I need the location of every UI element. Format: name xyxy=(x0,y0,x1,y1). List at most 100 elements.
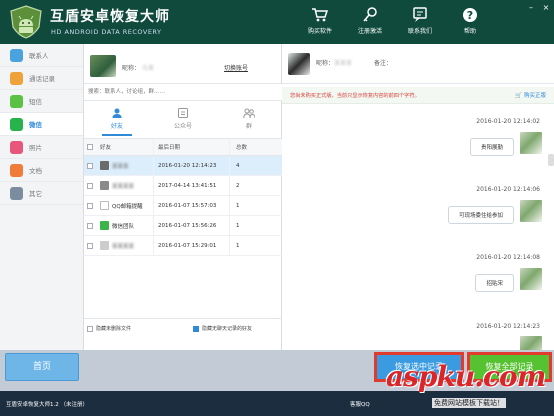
message-time: 2016-01-20 12:14:23 xyxy=(476,323,540,330)
chat-panel: 昵称： 某某某 备注： 您尚未购买正式版，当前只显示恢复内容的前四个字符。 🛒 … xyxy=(282,44,554,358)
nav-item-documents[interactable]: 文档 xyxy=(0,159,83,182)
friend-name: 某某某 xyxy=(112,163,129,170)
message-time: 2016-01-20 12:14:06 xyxy=(476,186,540,193)
nav-item-call-log[interactable]: 通话记录 xyxy=(0,67,83,90)
table-row[interactable]: 某某某某 2017-04-14 13:41:51 2 xyxy=(84,176,282,196)
search-input[interactable] xyxy=(84,84,282,100)
total-count: 1 xyxy=(229,196,282,215)
help-label: 帮助 xyxy=(463,28,476,35)
message-bubble: 招贴宋 xyxy=(475,274,514,292)
tab-groups[interactable]: 群 xyxy=(216,102,282,136)
tab-label: 公众号 xyxy=(173,123,192,130)
last-date: 2017-04-14 13:41:51 xyxy=(153,176,229,195)
last-date: 2016-01-07 15:57:03 xyxy=(153,196,229,215)
row-checkbox[interactable] xyxy=(87,182,93,189)
chat-message[interactable]: 可现场委住给参加 xyxy=(447,200,542,224)
help-button[interactable]: ? 帮助 xyxy=(450,4,490,42)
buy-software-label: 购买软件 xyxy=(307,28,332,35)
minimize-button[interactable]: – xyxy=(526,3,536,13)
last-date: 2016-01-07 15:29:01 xyxy=(153,236,229,255)
register-activate-label: 注册激活 xyxy=(357,28,382,35)
photo-icon xyxy=(10,140,23,154)
cart-icon: 🛒 xyxy=(515,93,523,99)
buy-software-button[interactable]: 购买软件 xyxy=(300,4,340,42)
switch-account-link[interactable]: 切换账号 xyxy=(224,63,248,72)
chat-nickname-value: 某某某 xyxy=(334,60,353,67)
mail-icon xyxy=(100,201,109,210)
hide-no-chat-option[interactable]: 隐藏无聊天记录的好友 xyxy=(193,325,252,332)
row-checkbox[interactable] xyxy=(87,202,93,209)
category-sidebar: 联系人 通话记录 短信 微信 照片 文档 其它 xyxy=(0,44,84,350)
message-bubble: 可现场委住给参加 xyxy=(447,206,514,224)
tab-official-accounts[interactable]: 公众号 xyxy=(150,102,216,136)
person-icon xyxy=(112,108,122,118)
contact-us-button[interactable]: 联系我们 xyxy=(400,4,440,42)
table-row[interactable]: 某某某某 2016-01-07 15:29:01 1 xyxy=(84,236,282,256)
friend-name: 某某某某 xyxy=(112,243,135,250)
hide-no-chat-label: 隐藏无聊天记录的好友 xyxy=(202,326,253,332)
scrollbar[interactable] xyxy=(548,154,554,166)
app-header: 互盾安卓恢复大师 HD ANDROID DATA RECOVERY 购买软件 注… xyxy=(0,0,554,44)
close-button[interactable]: × xyxy=(541,3,551,13)
chat-icon xyxy=(413,7,427,22)
chat-message[interactable]: 招贴宋 xyxy=(475,268,542,292)
col-last-date[interactable]: 最后日期 xyxy=(153,139,229,155)
status-bar: 互盾安卓恢复大师1.2 （未注册） 客服QQ xyxy=(0,391,554,416)
version-text: 互盾安卓恢复大师1.2 （未注册） xyxy=(6,402,88,408)
hide-undeleted-label: 隐藏未删除文件 xyxy=(96,326,132,332)
nav-label: 文档 xyxy=(29,167,42,175)
nickname-value: 与某 xyxy=(142,65,155,72)
friend-list-panel: 昵称： 与某 切换账号 好友 公众号 群 好友 最后日期 总数 某某某 20 xyxy=(84,44,282,350)
col-total[interactable]: 总数 xyxy=(229,139,282,155)
avatar xyxy=(100,161,109,170)
restore-selected-button[interactable]: 恢复选中记录 xyxy=(374,352,464,382)
chat-nickname-label: 昵称： xyxy=(316,60,335,67)
document-icon xyxy=(10,163,23,177)
message-bubble: 贵阳展勤 xyxy=(469,138,514,156)
table-row[interactable]: 某某某 2016-01-20 12:14:23 4 xyxy=(84,156,282,176)
wechat-icon xyxy=(10,117,23,131)
account-header: 昵称： 与某 切换账号 xyxy=(84,44,281,84)
friend-name: QQ邮箱提醒 xyxy=(112,203,143,210)
tab-friends[interactable]: 好友 xyxy=(84,102,150,136)
nav-label: 联系人 xyxy=(29,52,49,60)
buy-full-version-link[interactable]: 🛒 购买正版 xyxy=(515,91,546,99)
chat-message[interactable]: 贵阳展勤 xyxy=(469,132,542,156)
contacts-icon xyxy=(10,48,23,62)
phone-icon xyxy=(10,71,23,85)
last-date: 2016-01-07 15:56:26 xyxy=(153,216,229,235)
nav-item-wechat[interactable]: 微信 xyxy=(0,113,83,136)
sms-icon xyxy=(10,94,23,108)
home-button[interactable]: 首页 xyxy=(5,353,79,381)
avatar xyxy=(100,241,109,250)
nav-item-photos[interactable]: 照片 xyxy=(0,136,83,159)
avatar xyxy=(100,181,109,190)
sender-avatar xyxy=(520,132,542,154)
remark-label: 备注： xyxy=(374,60,393,67)
hide-undeleted-option[interactable]: 隐藏未删除文件 xyxy=(87,325,131,332)
buy-full-version-label: 购买正版 xyxy=(523,93,546,99)
row-checkbox[interactable] xyxy=(87,242,93,249)
register-activate-button[interactable]: 注册激活 xyxy=(350,4,390,42)
row-checkbox[interactable] xyxy=(87,222,93,229)
hide-undeleted-checkbox[interactable] xyxy=(87,325,93,332)
cart-icon xyxy=(312,8,329,22)
select-all-checkbox[interactable] xyxy=(87,144,93,150)
total-count: 2 xyxy=(229,176,282,195)
group-icon xyxy=(243,108,255,119)
friend-name: 微信团队 xyxy=(112,223,135,230)
restore-all-button[interactable]: 恢复全部记录 xyxy=(467,352,552,382)
app-subtitle: HD ANDROID DATA RECOVERY xyxy=(51,28,162,36)
row-checkbox[interactable] xyxy=(87,162,93,169)
nav-item-contacts[interactable]: 联系人 xyxy=(0,44,83,67)
table-row[interactable]: 微信团队 2016-01-07 15:56:26 1 xyxy=(84,216,282,236)
nav-label: 照片 xyxy=(29,144,42,152)
nav-item-other[interactable]: 其它 xyxy=(0,182,83,205)
col-friend[interactable]: 好友 xyxy=(96,143,153,151)
account-avatar xyxy=(90,55,116,77)
nav-item-sms[interactable]: 短信 xyxy=(0,90,83,113)
total-count: 1 xyxy=(229,216,282,235)
table-row[interactable]: QQ邮箱提醒 2016-01-07 15:57:03 1 xyxy=(84,196,282,216)
hide-no-chat-checkbox[interactable] xyxy=(193,325,200,332)
nav-label: 微信 xyxy=(29,121,42,129)
